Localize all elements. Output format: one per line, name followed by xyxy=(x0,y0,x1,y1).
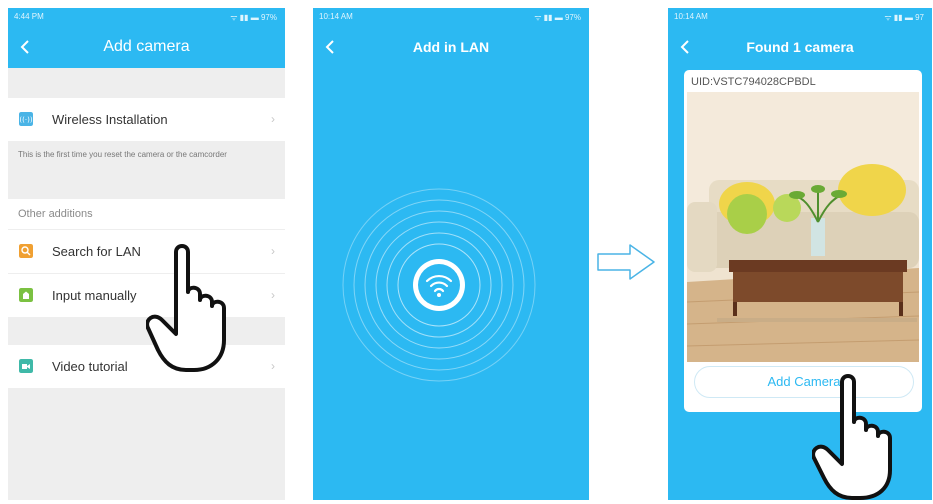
wireless-installation-label: Wireless Installation xyxy=(52,112,168,127)
video-tutorial-label: Video tutorial xyxy=(52,359,128,374)
hand-pointer-icon xyxy=(812,374,892,500)
header: Add camera xyxy=(8,26,285,68)
status-bar: 10:14 AM ᯤ ▮▮ ▬ 97 xyxy=(668,8,932,26)
camera-uid: UID:VSTC794028CPBDL xyxy=(691,76,816,88)
svg-text:((·)): ((·)) xyxy=(19,116,32,124)
wireless-installation-item[interactable]: ((·)) Wireless Installation › xyxy=(8,98,285,142)
section-label: Other additions xyxy=(18,208,93,220)
chevron-right-icon: › xyxy=(271,244,275,258)
status-time: 4:44 PM xyxy=(14,12,44,21)
reset-note: This is the first time you reset the cam… xyxy=(8,143,285,166)
video-icon xyxy=(19,359,33,373)
add-in-lan-screen: 10:14 AM ᯤ ▮▮ ▬ 97% Add in LAN xyxy=(313,8,589,500)
status-bar: 4:44 PM ᯤ ▮▮ ▬ 97% xyxy=(8,8,285,26)
scanning-ripple xyxy=(342,188,536,382)
search-for-lan-label: Search for LAN xyxy=(52,244,141,259)
status-time: 10:14 AM xyxy=(674,12,708,21)
camera-card: UID:VSTC794028CPBDL Add Camera xyxy=(684,70,922,412)
header: Found 1 camera xyxy=(668,26,932,68)
wifi-icon: ((·)) xyxy=(19,112,33,126)
status-icons: ᯤ ▮▮ ▬ 97% xyxy=(230,13,277,22)
chevron-right-icon: › xyxy=(271,359,275,373)
other-additions-header: Other additions xyxy=(8,199,285,230)
status-icons: ᯤ ▮▮ ▬ 97 xyxy=(884,13,924,22)
home-icon xyxy=(19,288,33,302)
chevron-right-icon: › xyxy=(271,112,275,126)
camera-preview-image xyxy=(687,92,919,362)
search-icon xyxy=(19,244,33,258)
spacer xyxy=(8,68,285,98)
hand-pointer-icon xyxy=(146,244,226,372)
arrow-right-icon xyxy=(597,244,655,280)
chevron-right-icon: › xyxy=(271,288,275,302)
page-title: Add camera xyxy=(103,38,190,55)
input-manually-label: Input manually xyxy=(52,288,137,303)
wireless-list: ((·)) Wireless Installation › xyxy=(8,98,285,142)
page-title: Found 1 camera xyxy=(746,39,854,55)
